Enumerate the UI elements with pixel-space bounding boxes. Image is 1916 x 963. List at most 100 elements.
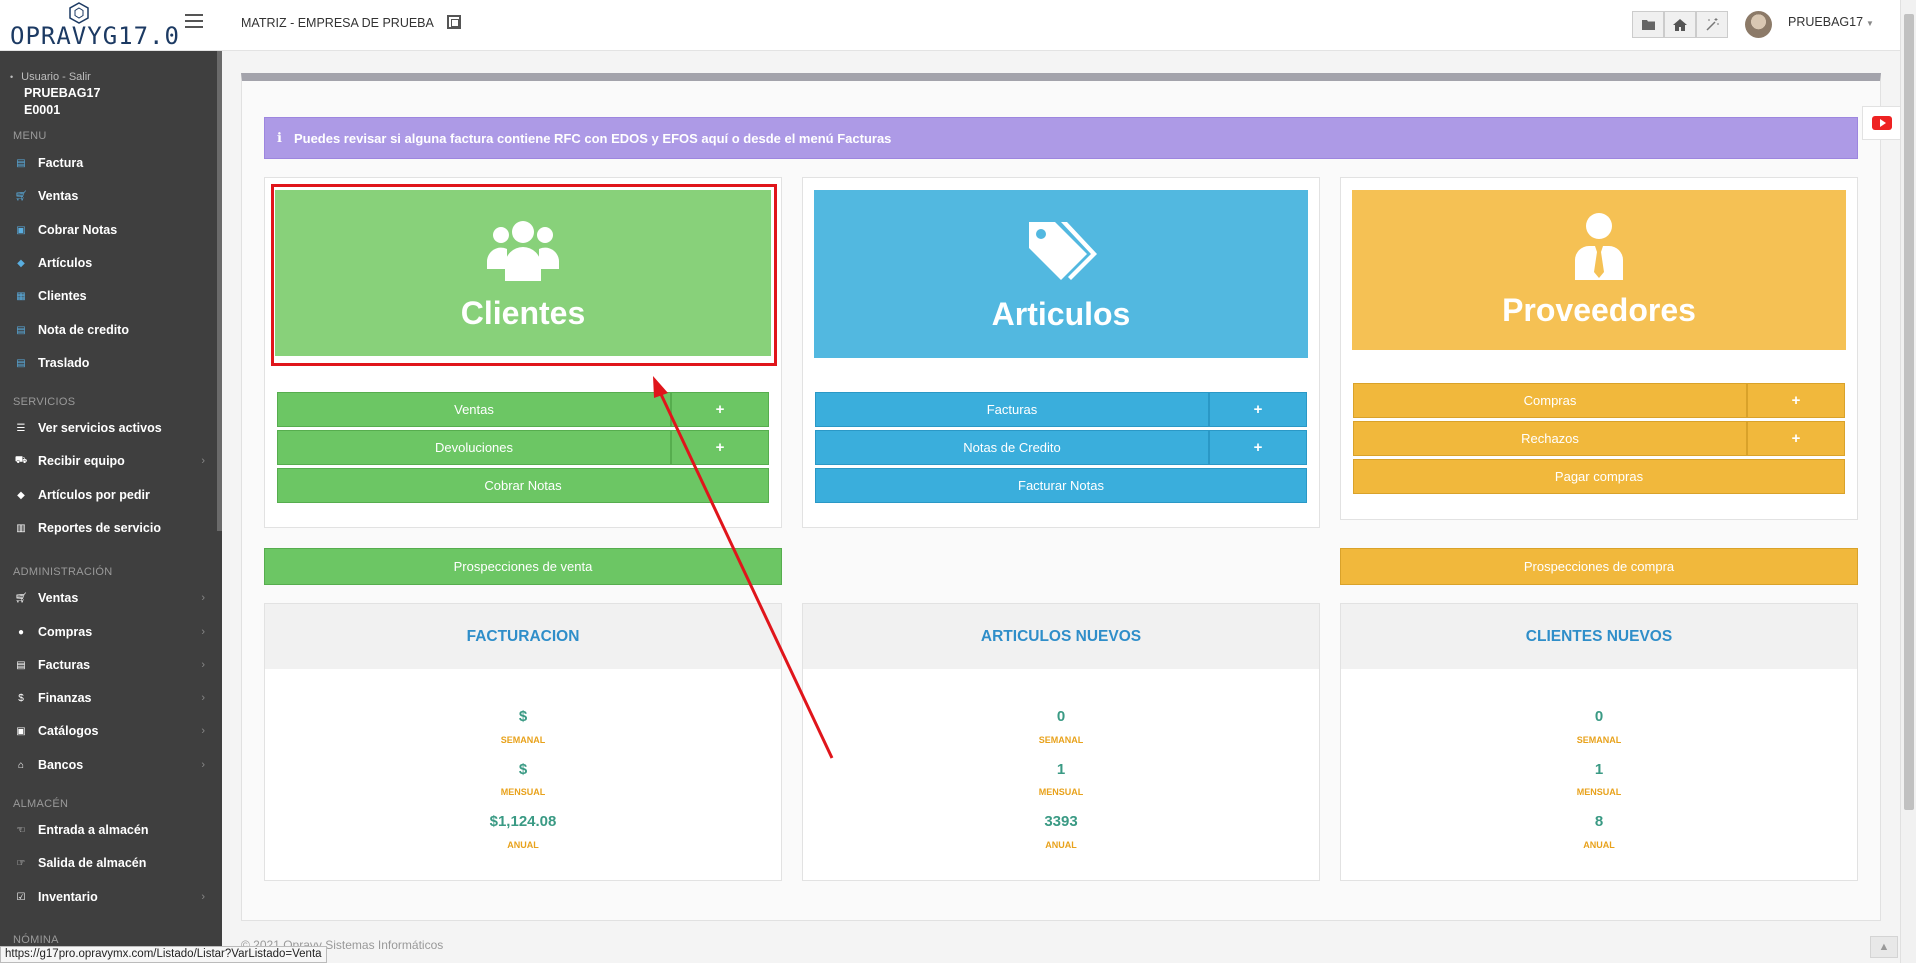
devoluciones-button[interactable]: Devoluciones (277, 430, 671, 465)
sidebar-item-traslado[interactable]: ▤ Traslado (0, 351, 217, 375)
sidebar-item-label: Cobrar Notas (38, 223, 118, 237)
facturacion-title: FACTURACION (265, 604, 781, 669)
folder-icon[interactable] (1632, 11, 1664, 38)
add-compra-button[interactable]: + (1747, 383, 1845, 418)
caret-down-icon[interactable]: ▼ (1866, 19, 1874, 28)
articulos-tile[interactable]: Articulos (814, 190, 1308, 358)
status-bar-url: https://g17pro.opravymx.com/Listado/List… (0, 946, 327, 963)
add-nota-credito-button[interactable]: + (1209, 430, 1307, 465)
bar-chart-icon: ▥ (16, 522, 26, 534)
articulos-anual-value: 3393 (1044, 813, 1078, 830)
mensual-label: MENSUAL (1576, 787, 1622, 797)
document-icon: ▤ (16, 357, 26, 369)
chevron-right-icon: › (201, 455, 205, 467)
notas-de-credito-button[interactable]: Notas de Credito (815, 430, 1209, 465)
cart-icon: 🛒︎ (14, 190, 28, 202)
toolbar-buttons (1632, 11, 1728, 38)
back-to-top-button[interactable]: ▲ (1870, 936, 1898, 958)
sidebar-item-inventario[interactable]: ☑ Inventario › (0, 885, 217, 909)
sidebar-item-factura[interactable]: ▤ Factura (0, 151, 217, 175)
cart-icon: 🛒︎ (14, 592, 28, 604)
rechazos-button[interactable]: Rechazos (1353, 421, 1747, 456)
articulos-card: Articulos Facturas + Notas de Credito + … (802, 177, 1320, 528)
chevron-right-icon: › (201, 759, 205, 771)
sidebar: Usuario - Salir PRUEBAG17 E0001 MENU ▤ Fa… (0, 51, 222, 963)
ventas-button[interactable]: Ventas (277, 392, 671, 427)
logout-link[interactable]: Usuario - Salir (10, 71, 100, 83)
add-rechazo-button[interactable]: + (1747, 421, 1845, 456)
sidebar-item-label: Reportes de servicio (38, 521, 161, 535)
tag-icon: ◆ (17, 257, 25, 269)
sidebar-item-label: Salida de almacén (38, 856, 147, 870)
sidebar-item-label: Ventas (38, 189, 79, 203)
articulos-notas-credito-row: Notas de Credito + (815, 430, 1307, 465)
page-scrollbar[interactable] (1900, 0, 1916, 963)
sidebar-item-bancos[interactable]: ⌂ Bancos › (0, 753, 217, 777)
mensual-label: MENSUAL (1038, 787, 1084, 797)
sidebar-item-catalogos[interactable]: ▣ Catálogos › (0, 719, 217, 743)
sidebar-item-ver-servicios-activos[interactable]: ☰ Ver servicios activos (0, 416, 217, 440)
pagar-compras-button[interactable]: Pagar compras (1353, 459, 1845, 494)
facturar-notas-button[interactable]: Facturar Notas (815, 468, 1307, 503)
invoice-icon: ▤ (16, 659, 26, 671)
sidebar-item-ventas[interactable]: 🛒︎ Ventas (0, 184, 217, 208)
compras-button[interactable]: Compras (1353, 383, 1747, 418)
sidebar-item-label: Artículos por pedir (38, 488, 150, 502)
sidebar-item-finanzas[interactable]: $ Finanzas › (0, 686, 217, 710)
user-menu[interactable]: PRUEBAG17 (1788, 15, 1863, 29)
sidebar-item-facturas[interactable]: ▤ Facturas › (0, 653, 217, 677)
clientes-devoluciones-row: Devoluciones + (277, 430, 769, 465)
prospecciones-venta-button[interactable]: Prospecciones de venta (264, 548, 782, 585)
sidebar-item-label: Catálogos (38, 724, 99, 738)
sidebar-item-clientes[interactable]: ▦ Clientes (0, 284, 217, 308)
sidebar-item-label: Artículos (38, 256, 93, 270)
clientes-ventas-row: Ventas + (277, 392, 769, 427)
sidebar-item-reportes-de-servicio[interactable]: ▥ Reportes de servicio (0, 516, 217, 540)
facturas-button[interactable]: Facturas (815, 392, 1209, 427)
avatar[interactable] (1745, 11, 1772, 38)
cobrar-notas-button[interactable]: Cobrar Notas (277, 468, 769, 503)
sidebar-scrollbar[interactable] (217, 51, 222, 531)
sidebar-item-nota-de-credito[interactable]: ▤ Nota de credito (0, 318, 217, 342)
youtube-tab[interactable] (1862, 106, 1900, 140)
annotation-highlight-box (271, 184, 777, 366)
book-icon: ▣ (16, 725, 26, 737)
chevron-right-icon: › (201, 659, 205, 671)
magic-wand-icon[interactable] (1696, 11, 1728, 38)
hand-out-icon: ☞ (16, 857, 26, 869)
home-icon[interactable] (1664, 11, 1696, 38)
chevron-right-icon: › (201, 692, 205, 704)
sidebar-user-code: E0001 (24, 103, 61, 117)
sidebar-item-cobrar-notas[interactable]: ▣ Cobrar Notas (0, 218, 217, 242)
clientes-anual-value: 8 (1594, 813, 1604, 830)
sidebar-item-recibir-equipo[interactable]: ⛟ Recibir equipo › (0, 449, 217, 473)
sidebar-item-articulos-por-pedir[interactable]: ◆ Artículos por pedir (0, 483, 217, 507)
sidebar-item-articulos[interactable]: ◆ Artículos (0, 251, 217, 275)
info-icon: ℹ (277, 130, 282, 145)
chevron-right-icon: › (201, 725, 205, 737)
anual-label: ANUAL (507, 840, 539, 850)
logo[interactable]: OPRAVYG17.0 (10, 2, 179, 50)
proveedores-title: Proveedores (1502, 291, 1696, 328)
sidebar-item-compras[interactable]: ● Compras › (0, 620, 217, 644)
dollar-icon: $ (18, 692, 24, 704)
add-factura-button[interactable]: + (1209, 392, 1307, 427)
sidebar-item-salida-almacen[interactable]: ☞ Salida de almacén (0, 851, 217, 875)
section-almacen: ALMACÉN (13, 798, 69, 810)
hamburger-menu-icon[interactable] (185, 14, 203, 30)
add-venta-button[interactable]: + (671, 392, 769, 427)
info-alert[interactable]: ℹ Puedes revisar si alguna factura conti… (264, 117, 1858, 159)
proveedores-tile[interactable]: Proveedores (1352, 190, 1846, 350)
anual-label: ANUAL (1045, 840, 1077, 850)
add-devolucion-button[interactable]: + (671, 430, 769, 465)
invoice-icon: ▤ (16, 157, 26, 169)
semanal-label: SEMANAL (1576, 735, 1622, 745)
articulos-semanal-value: 0 (1056, 708, 1066, 725)
sidebar-item-admin-ventas[interactable]: 🛒︎ Ventas › (0, 586, 217, 610)
prospecciones-compra-button[interactable]: Prospecciones de compra (1340, 548, 1858, 585)
list-icon: ☰ (16, 422, 26, 434)
sidebar-item-entrada-almacen[interactable]: ☜ Entrada a almacén (0, 818, 217, 842)
company-name[interactable]: MATRIZ - EMPRESA DE PRUEBA (241, 16, 434, 30)
scrollbar-thumb[interactable] (1904, 14, 1914, 810)
fullscreen-icon[interactable] (447, 15, 461, 29)
